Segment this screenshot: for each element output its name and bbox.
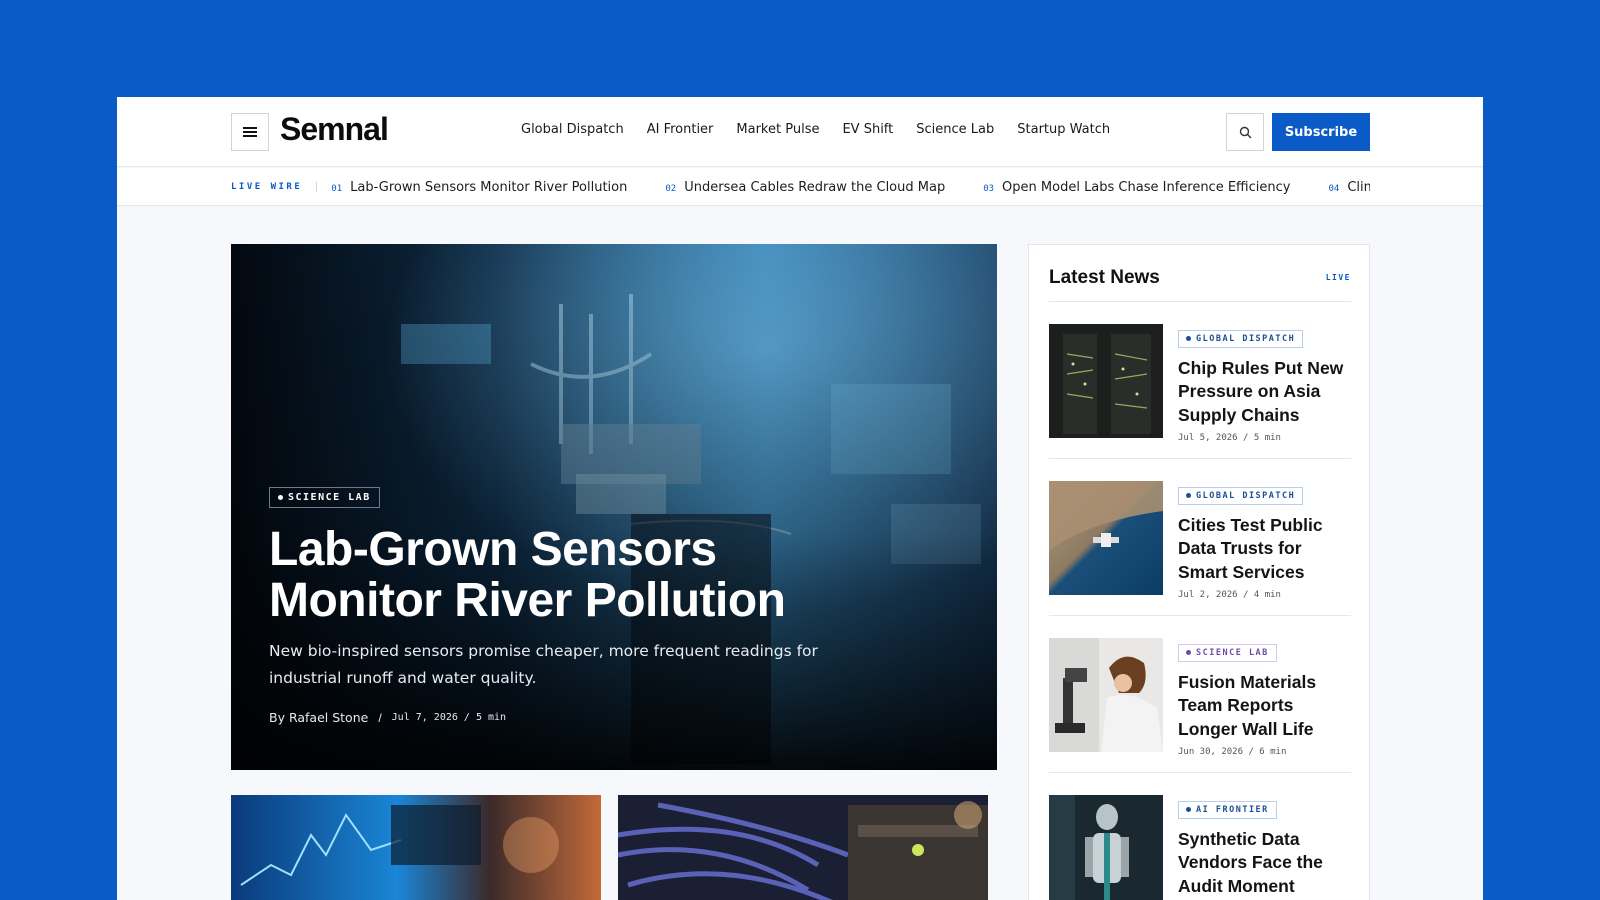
site-header: Semnal Global Dispatch AI Frontier Marke… <box>117 97 1483 167</box>
article-card-thumbnail[interactable] <box>231 795 601 900</box>
category-badge[interactable]: GLOBAL DISPATCH <box>1178 329 1304 348</box>
news-title[interactable]: Fusion Materials Team Reports Longer Wal… <box>1178 671 1351 742</box>
hero-author[interactable]: By Rafael Stone <box>269 710 368 725</box>
live-wire-ticker: LIVE WIRE 01 Lab-Grown Sensors Monitor Ri… <box>117 168 1483 206</box>
trading-screen-image <box>231 795 601 900</box>
menu-button[interactable] <box>231 113 269 151</box>
network-cables-image <box>618 795 988 900</box>
satellite-earth-image <box>1049 481 1163 595</box>
hero-description: New bio-inspired sensors promise cheaper… <box>269 642 818 687</box>
hero-article[interactable]: SCIENCE LAB Lab-Grown Sensors Monitor Riv… <box>231 244 997 770</box>
dot-icon <box>1186 336 1191 341</box>
server-rack-image <box>1049 324 1163 438</box>
hero-meta: By Rafael Stone / Jul 7, 2026 / 5 min <box>269 710 909 725</box>
news-meta: Jul 2, 2026 / 4 min <box>1178 590 1281 600</box>
news-item[interactable]: AI FRONTIER Synthetic Data Vendors Face … <box>1049 773 1351 900</box>
nav-ev-shift[interactable]: EV Shift <box>842 122 893 137</box>
dot-icon <box>278 495 283 500</box>
category-badge[interactable]: SCIENCE LAB <box>1178 643 1277 662</box>
site-logo[interactable]: Semnal <box>280 111 389 148</box>
hero-title[interactable]: Lab-Grown Sensors Monitor River Pollution <box>269 524 909 626</box>
ticker-item[interactable]: 04Climate <box>1328 180 1370 195</box>
nav-global-dispatch[interactable]: Global Dispatch <box>521 122 624 137</box>
news-thumbnail[interactable] <box>1049 638 1163 752</box>
scientist-microscope-image <box>1049 638 1163 752</box>
news-item[interactable]: GLOBAL DISPATCH Cities Test Public Data … <box>1049 459 1351 616</box>
category-badge[interactable]: GLOBAL DISPATCH <box>1178 486 1304 505</box>
search-icon <box>1239 126 1251 138</box>
news-thumbnail[interactable] <box>1049 481 1163 595</box>
nav-market-pulse[interactable]: Market Pulse <box>736 122 819 137</box>
browser-window: Semnal Global Dispatch AI Frontier Marke… <box>117 97 1483 900</box>
news-thumbnail[interactable] <box>1049 324 1163 438</box>
sidebar-title: Latest News <box>1049 267 1160 288</box>
news-meta: Jun 30, 2026 / 6 min <box>1178 747 1287 757</box>
category-badge[interactable]: AI FRONTIER <box>1178 800 1277 819</box>
ticker-item[interactable]: 02 Undersea Cables Redraw the Cloud Map <box>665 180 945 195</box>
news-title[interactable]: Cities Test Public Data Trusts for Smart… <box>1178 514 1351 585</box>
main-nav: Global Dispatch AI Frontier Market Pulse… <box>521 122 1133 137</box>
hamburger-icon <box>243 127 257 137</box>
news-title[interactable]: Chip Rules Put New Pressure on Asia Supp… <box>1178 357 1351 428</box>
dot-icon <box>1186 493 1191 498</box>
nav-ai-frontier[interactable]: AI Frontier <box>647 122 714 137</box>
nav-science-lab[interactable]: Science Lab <box>916 122 994 137</box>
news-item[interactable]: GLOBAL DISPATCH Chip Rules Put New Press… <box>1049 302 1351 459</box>
sidebar-header: Latest News LIVE <box>1049 245 1351 302</box>
humanoid-robot-image <box>1049 795 1163 900</box>
dot-icon <box>1186 650 1191 655</box>
search-button[interactable] <box>1226 113 1264 151</box>
hero-date: Jul 7, 2026 / 5 min <box>391 712 507 723</box>
ticker-item[interactable]: 03 Open Model Labs Chase Inference Effici… <box>983 180 1290 195</box>
latest-news-sidebar: Latest News LIVE GLOBAL DISPATCH Chip Ru… <box>1028 244 1370 900</box>
ticker-item[interactable]: 01 Lab-Grown Sensors Monitor River Pollut… <box>331 180 627 195</box>
news-meta: Jul 5, 2026 / 5 min <box>1178 433 1281 443</box>
meta-separator: / <box>378 710 382 725</box>
article-card-thumbnail[interactable] <box>618 795 988 900</box>
nav-startup-watch[interactable]: Startup Watch <box>1017 122 1110 137</box>
news-thumbnail[interactable] <box>1049 795 1163 900</box>
news-item[interactable]: SCIENCE LAB Fusion Materials Team Report… <box>1049 616 1351 773</box>
live-badge: LIVE <box>1325 273 1351 282</box>
subscribe-button[interactable]: Subscribe <box>1272 113 1370 151</box>
news-title[interactable]: Synthetic Data Vendors Face the Audit Mo… <box>1178 828 1351 899</box>
dot-icon <box>1186 807 1191 812</box>
ticker-label: LIVE WIRE <box>231 182 318 192</box>
hero-category-tag[interactable]: SCIENCE LAB <box>269 487 380 508</box>
